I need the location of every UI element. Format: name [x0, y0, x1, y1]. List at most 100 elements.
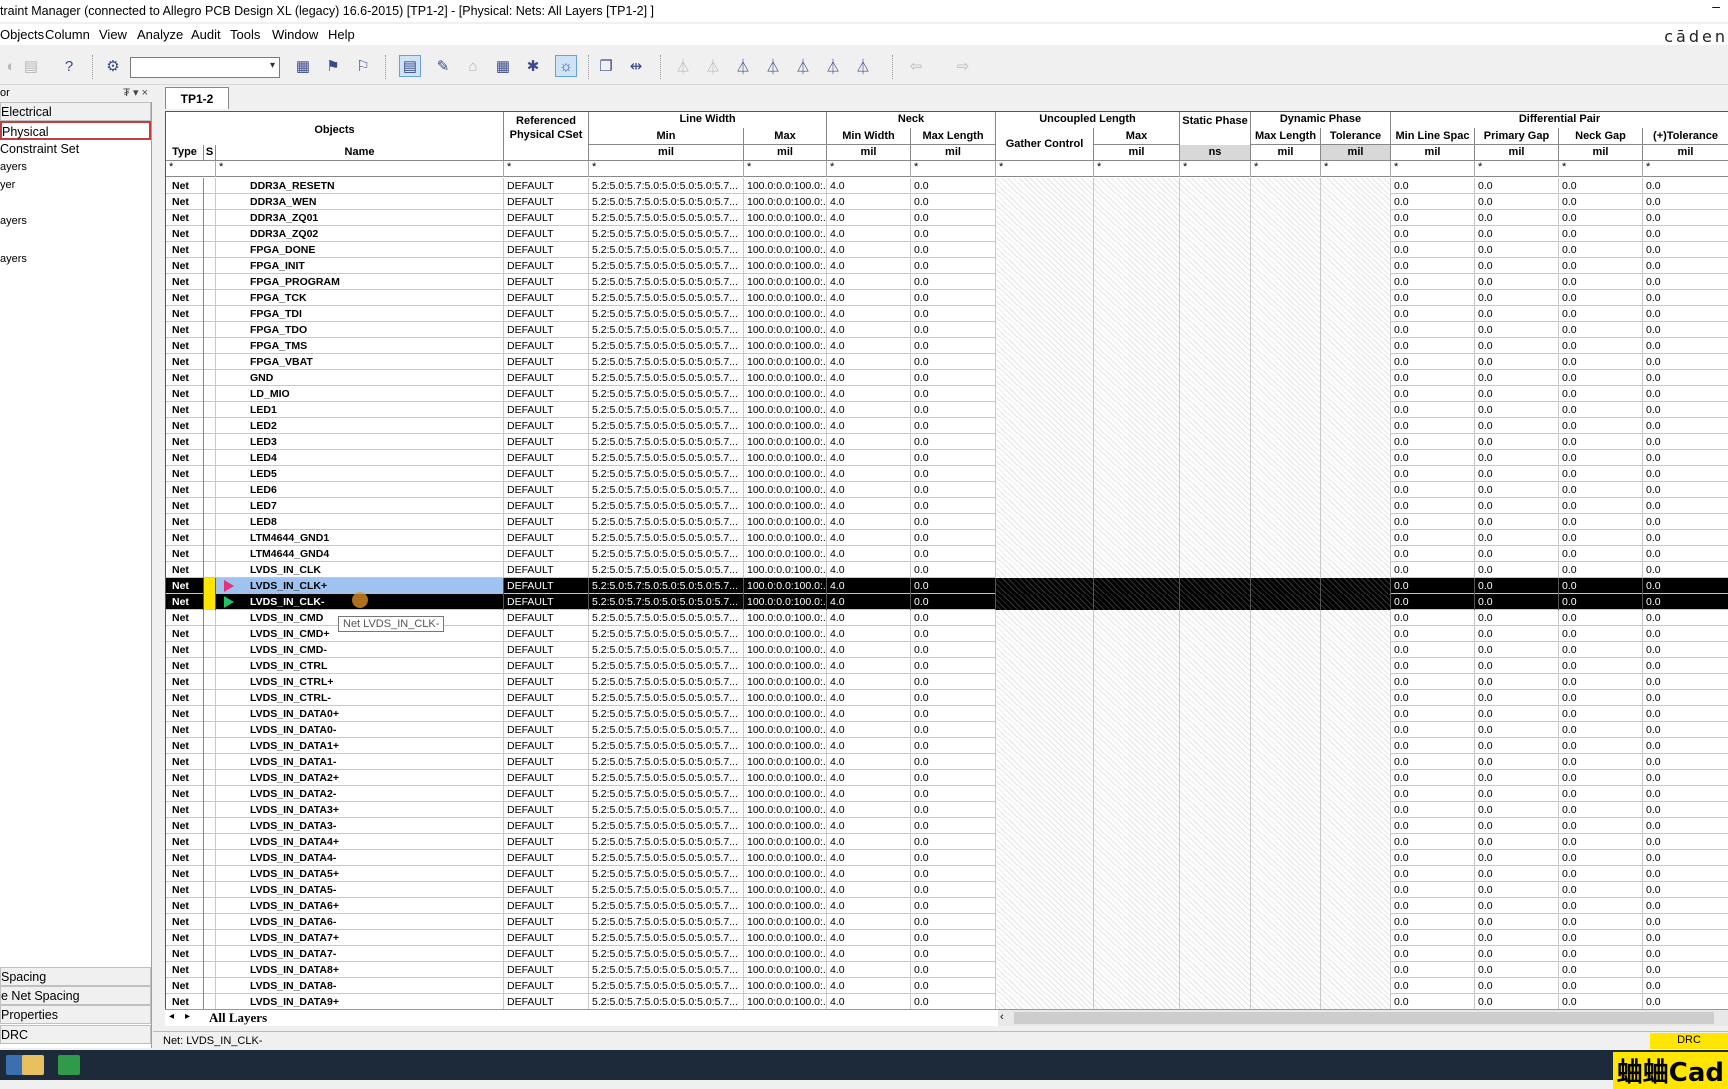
cell-plus-tolerance[interactable]: 0.0 [1643, 354, 1728, 370]
cell-dyn-tolerance[interactable] [1321, 562, 1391, 578]
cell-unc-max[interactable] [1094, 242, 1180, 258]
cell-neck-gap[interactable]: 0.0 [1559, 706, 1643, 722]
cell-neck-min-width[interactable]: 4.0 [827, 530, 911, 546]
cell-cset[interactable]: DEFAULT [504, 370, 589, 386]
cell-neck-min-width[interactable]: 4.0 [827, 322, 911, 338]
cell-static-phase[interactable] [1180, 562, 1251, 578]
cell-lw-max[interactable]: 100.0:0.0:100.0:... [744, 562, 827, 578]
cell-static-phase[interactable] [1180, 226, 1251, 242]
cell-plus-tolerance[interactable]: 0.0 [1643, 322, 1728, 338]
cell-name[interactable]: LVDS_IN_DATA8+ [216, 962, 504, 978]
cell-primary-gap[interactable]: 0.0 [1475, 498, 1559, 514]
cell-s[interactable] [204, 274, 216, 290]
cell-static-phase[interactable] [1180, 738, 1251, 754]
cell-cset[interactable]: DEFAULT [504, 690, 589, 706]
cell-min-line-spac[interactable]: 0.0 [1391, 466, 1475, 482]
cell-plus-tolerance[interactable]: 0.0 [1643, 994, 1728, 1009]
cell-lw-max[interactable]: 100.0:0.0:100.0:... [744, 354, 827, 370]
cell-lw-max[interactable]: 100.0:0.0:100.0:... [744, 914, 827, 930]
table-row[interactable]: Net DDR3A_ZQ02 DEFAULT 5.2:5.0:5.7:5.0:5.0:… [166, 226, 1728, 242]
cell-primary-gap[interactable]: 0.0 [1475, 866, 1559, 882]
cell-neck-gap[interactable]: 0.0 [1559, 738, 1643, 754]
cell-gather[interactable] [996, 530, 1094, 546]
cell-unc-max[interactable] [1094, 914, 1180, 930]
cell-s[interactable] [204, 898, 216, 914]
cell-min-line-spac[interactable]: 0.0 [1391, 850, 1475, 866]
cell-primary-gap[interactable]: 0.0 [1475, 306, 1559, 322]
cell-neck-max-length[interactable]: 0.0 [911, 866, 996, 882]
cell-dyn-max-length[interactable] [1251, 930, 1321, 946]
cell-neck-max-length[interactable]: 0.0 [911, 354, 996, 370]
cell-type[interactable]: Net [166, 242, 204, 258]
cell-s[interactable] [204, 850, 216, 866]
cell-dyn-tolerance[interactable] [1321, 626, 1391, 642]
cell-gather[interactable] [996, 786, 1094, 802]
cell-cset[interactable]: DEFAULT [504, 322, 589, 338]
cell-cset[interactable]: DEFAULT [504, 834, 589, 850]
cell-plus-tolerance[interactable]: 0.0 [1643, 738, 1728, 754]
cell-gather[interactable] [996, 642, 1094, 658]
cell-unc-max[interactable] [1094, 178, 1180, 194]
cell-lw-max[interactable]: 100.0:0.0:100.0:... [744, 994, 827, 1009]
cell-unc-max[interactable] [1094, 562, 1180, 578]
cell-name[interactable]: LVDS_IN_DATA4+ [216, 834, 504, 850]
cell-static-phase[interactable] [1180, 434, 1251, 450]
cell-s[interactable] [204, 434, 216, 450]
cell-cset[interactable]: DEFAULT [504, 642, 589, 658]
cell-min-line-spac[interactable]: 0.0 [1391, 962, 1475, 978]
cell-primary-gap[interactable]: 0.0 [1475, 690, 1559, 706]
cell-lw-max[interactable]: 100.0:0.0:100.0:... [744, 610, 827, 626]
cell-neck-min-width[interactable]: 4.0 [827, 338, 911, 354]
cell-name[interactable]: LVDS_IN_DATA2+ [216, 770, 504, 786]
cell-neck-min-width[interactable]: 4.0 [827, 690, 911, 706]
sidebar-item-properties[interactable]: Properties [0, 1005, 151, 1024]
cell-type[interactable]: Net [166, 850, 204, 866]
cell-dyn-max-length[interactable] [1251, 994, 1321, 1009]
cell-min-line-spac[interactable]: 0.0 [1391, 738, 1475, 754]
cell-unc-max[interactable] [1094, 770, 1180, 786]
filter-icon[interactable]: ⏃ [732, 55, 754, 77]
cell-gather[interactable] [996, 882, 1094, 898]
cell-primary-gap[interactable]: 0.0 [1475, 914, 1559, 930]
cell-neck-max-length[interactable]: 0.0 [911, 978, 996, 994]
table-row[interactable]: Net DDR3A_ZQ01 DEFAULT 5.2:5.0:5.7:5.0:5.0:… [166, 210, 1728, 226]
cell-neck-gap[interactable]: 0.0 [1559, 578, 1643, 594]
cell-lw-max[interactable]: 100.0:0.0:100.0:... [744, 418, 827, 434]
cell-cset[interactable]: DEFAULT [504, 418, 589, 434]
cell-s[interactable] [204, 770, 216, 786]
cell-lw-max[interactable]: 100.0:0.0:100.0:... [744, 706, 827, 722]
cell-dyn-max-length[interactable] [1251, 178, 1321, 194]
cell-static-phase[interactable] [1180, 802, 1251, 818]
menu-column[interactable]: Column [45, 27, 90, 42]
cell-neck-min-width[interactable]: 4.0 [827, 514, 911, 530]
cell-dyn-max-length[interactable] [1251, 658, 1321, 674]
cell-neck-gap[interactable]: 0.0 [1559, 290, 1643, 306]
cell-neck-min-width[interactable]: 4.0 [827, 594, 911, 610]
cell-type[interactable]: Net [166, 658, 204, 674]
cell-plus-tolerance[interactable]: 0.0 [1643, 194, 1728, 210]
cell-neck-min-width[interactable]: 4.0 [827, 786, 911, 802]
cell-dyn-tolerance[interactable] [1321, 818, 1391, 834]
back-icon[interactable]: ◐ [0, 55, 22, 77]
cell-plus-tolerance[interactable]: 0.0 [1643, 290, 1728, 306]
filter-primary-gap[interactable]: * [1475, 161, 1559, 177]
cell-dyn-tolerance[interactable] [1321, 402, 1391, 418]
cell-plus-tolerance[interactable]: 0.0 [1643, 450, 1728, 466]
filter-plus-tol[interactable]: * [1643, 161, 1728, 177]
cell-neck-max-length[interactable]: 0.0 [911, 274, 996, 290]
cell-name[interactable]: LED7 [216, 498, 504, 514]
cell-neck-gap[interactable]: 0.0 [1559, 466, 1643, 482]
cell-min-line-spac[interactable]: 0.0 [1391, 818, 1475, 834]
cell-unc-max[interactable] [1094, 802, 1180, 818]
cell-neck-max-length[interactable]: 0.0 [911, 882, 996, 898]
scroll-thumb[interactable] [1014, 1012, 1714, 1024]
cell-min-line-spac[interactable]: 0.0 [1391, 226, 1475, 242]
cell-cset[interactable]: DEFAULT [504, 770, 589, 786]
cell-type[interactable]: Net [166, 386, 204, 402]
cell-lw-min[interactable]: 5.2:5.0:5.7:5.0:5.0:5.0:5.0:5.7... [589, 386, 744, 402]
table-row[interactable]: Net LVDS_IN_DATA7+ DEFAULT 5.2:5.0:5.7:5.0:… [166, 930, 1728, 946]
cell-dyn-max-length[interactable] [1251, 626, 1321, 642]
cell-cset[interactable]: DEFAULT [504, 802, 589, 818]
cell-neck-gap[interactable]: 0.0 [1559, 482, 1643, 498]
cell-cset[interactable]: DEFAULT [504, 946, 589, 962]
